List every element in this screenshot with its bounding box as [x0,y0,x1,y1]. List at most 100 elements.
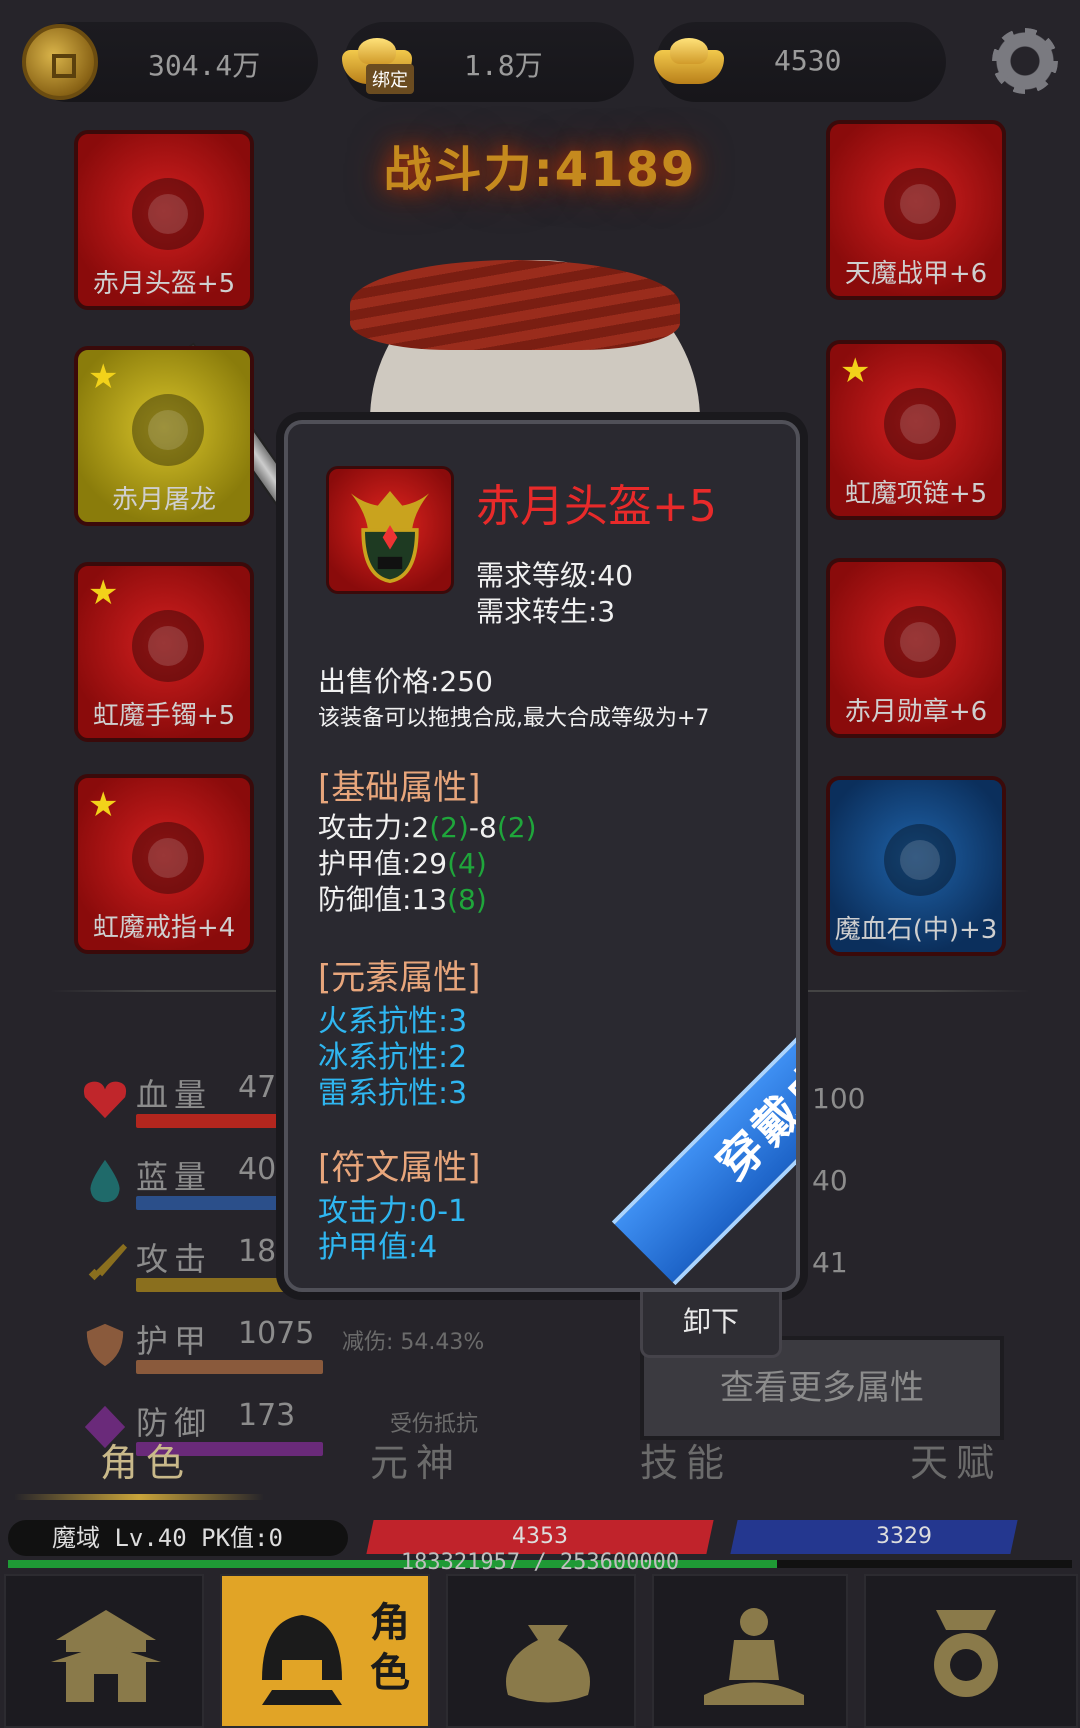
basic-attr-bonus: (8) [447,883,487,916]
yin-yang-icon [934,1610,998,1697]
gold-currency[interactable]: 4530 [654,22,946,102]
tab-talent[interactable]: 天赋 [910,1432,1002,1487]
equipment-label: 魔血石(中)+3 [834,915,998,945]
equipment-art-icon [132,610,204,682]
element-attrs-header: [元素属性] [318,958,481,998]
equipped-ribbon: 穿戴中 [611,952,796,1286]
exp-value: 183321957 / 253600000 [400,1550,680,1575]
nav-city[interactable] [4,1574,204,1728]
basic-attr-text: 护甲值:29 [318,847,448,880]
stat-name: 攻击 [136,1240,213,1278]
equipment-art-icon [884,824,956,896]
basic-attr-text: 攻击力:2 [318,811,430,844]
equipment-label: 虹魔戒指+4 [92,913,236,943]
basic-attr-bonus: (2) [496,811,537,844]
copper-currency[interactable]: 304.4万 [22,22,318,102]
tab-character[interactable]: 角色 [100,1432,192,1487]
combat-power: 战斗力:4189 [383,142,697,198]
basic-attr-armor: 护甲值:29(4) [318,842,487,882]
meditation-icon [704,1608,804,1705]
thunder-resistance: 雷系抗性:3 [318,1076,468,1111]
shield-icon [86,1323,124,1367]
equipment-slot-left-1[interactable]: ★ 赤月屠龙 [74,346,254,526]
stat-bar [136,1360,323,1374]
copper-coin-icon [22,24,98,100]
item-title: 赤月头盔+5 [476,481,717,532]
helmet-warrior-icon [262,1615,342,1705]
settings-gear-icon[interactable] [986,22,1064,100]
copper-amount: 304.4万 [148,49,261,82]
stat-name: 护甲 [136,1322,213,1360]
bound-tag: 绑定 [366,64,414,94]
character-headband [350,260,680,350]
mp-value: 3329 [876,1524,932,1549]
equipment-art-icon [884,388,956,460]
star-icon: ★ [88,357,119,397]
equipment-art-icon [884,168,956,240]
equipment-art-icon [132,178,204,250]
equipment-slot-right-1[interactable]: ★ 虹魔项链+5 [826,340,1006,520]
stat-name: 蓝量 [136,1158,213,1196]
stat-right-value: 40 [812,1164,848,1197]
star-icon: ★ [840,351,871,391]
basic-attr-bonus: (2) [429,811,469,844]
required-level: 需求等级:40 [476,559,634,592]
stat-value: 173 [238,1398,296,1433]
sell-price: 出售价格:250 [318,665,493,698]
drop-icon [90,1159,120,1203]
equipment-slot-left-0[interactable]: 赤月头盔+5 [74,130,254,310]
bound-gold-currency[interactable]: 绑定 1.8万 [342,22,634,102]
stat-note: 减伤: 54.43% [342,1330,485,1355]
rune-armor: 护甲值:4 [318,1230,438,1265]
star-icon: ★ [88,573,119,613]
equipment-label: 赤月勋章+6 [844,697,988,727]
equipment-label: 虹魔项链+5 [844,479,988,509]
item-icon [326,466,454,594]
equipment-slot-right-2[interactable]: 赤月勋章+6 [826,558,1006,738]
nav-character-label: 角色 [370,1600,410,1696]
sword-icon [88,1243,128,1281]
gold-amount: 4530 [774,44,842,77]
basic-attr-defense: 防御值:13(8) [318,878,487,918]
nav-character[interactable]: 角色 [220,1574,430,1728]
equipment-slot-left-2[interactable]: ★ 虹魔手镯+5 [74,562,254,742]
required-rebirth: 需求转生:3 [476,595,616,628]
basic-attr-mid: -8 [468,811,497,844]
heart-icon [83,1081,127,1119]
merge-note: 该装备可以拖拽合成,最大合成等级为+7 [318,706,710,731]
equipment-slot-right-3[interactable]: 魔血石(中)+3 [826,776,1006,956]
stat-right-value: 100 [812,1082,866,1115]
equipment-label: 赤月屠龙 [111,485,216,515]
helmet-icon [350,490,430,584]
equipment-slot-left-3[interactable]: ★ 虹魔戒指+4 [74,774,254,954]
hp-value: 4353 [512,1524,568,1549]
equipment-art-icon [132,394,204,466]
rune-attrs-header: [符文属性] [318,1148,481,1188]
item-tooltip: 赤月头盔+5 需求等级:40 需求转生:3 出售价格:250 该装备可以拖拽合成… [284,420,800,1292]
equipment-slot-right-0[interactable]: 天魔战甲+6 [826,120,1006,300]
active-tab-indicator [14,1494,264,1500]
stat-value: 1075 [238,1316,315,1351]
nav-bag[interactable] [446,1574,636,1728]
equipment-label: 天魔战甲+6 [844,259,988,289]
equipment-art-icon [884,606,956,678]
stat-right-value: 41 [812,1246,848,1279]
nav-taoist[interactable] [864,1574,1078,1728]
basic-attrs-header: [基础属性] [318,768,481,808]
bound-gold-amount: 1.8万 [464,49,543,82]
star-icon: ★ [88,785,119,825]
basic-attr-text: 防御值:13 [318,883,448,916]
basic-attr-bonus: (4) [447,847,487,880]
nav-cultivate[interactable] [652,1574,848,1728]
palace-icon [51,1610,161,1702]
basic-attr-attack: 攻击力:2(2)-8(2) [318,806,537,846]
tab-skills[interactable]: 技能 [640,1432,732,1487]
unequip-button[interactable]: 卸下 [640,1292,782,1358]
equipment-art-icon [132,822,204,894]
equipment-label: 虹魔手镯+5 [92,701,236,731]
stat-name: 血量 [136,1076,213,1114]
equipment-label: 赤月头盔+5 [92,269,236,299]
tab-soul[interactable]: 元神 [370,1432,462,1487]
money-bag-icon [506,1625,590,1703]
gold-ingot-icon [650,24,726,100]
